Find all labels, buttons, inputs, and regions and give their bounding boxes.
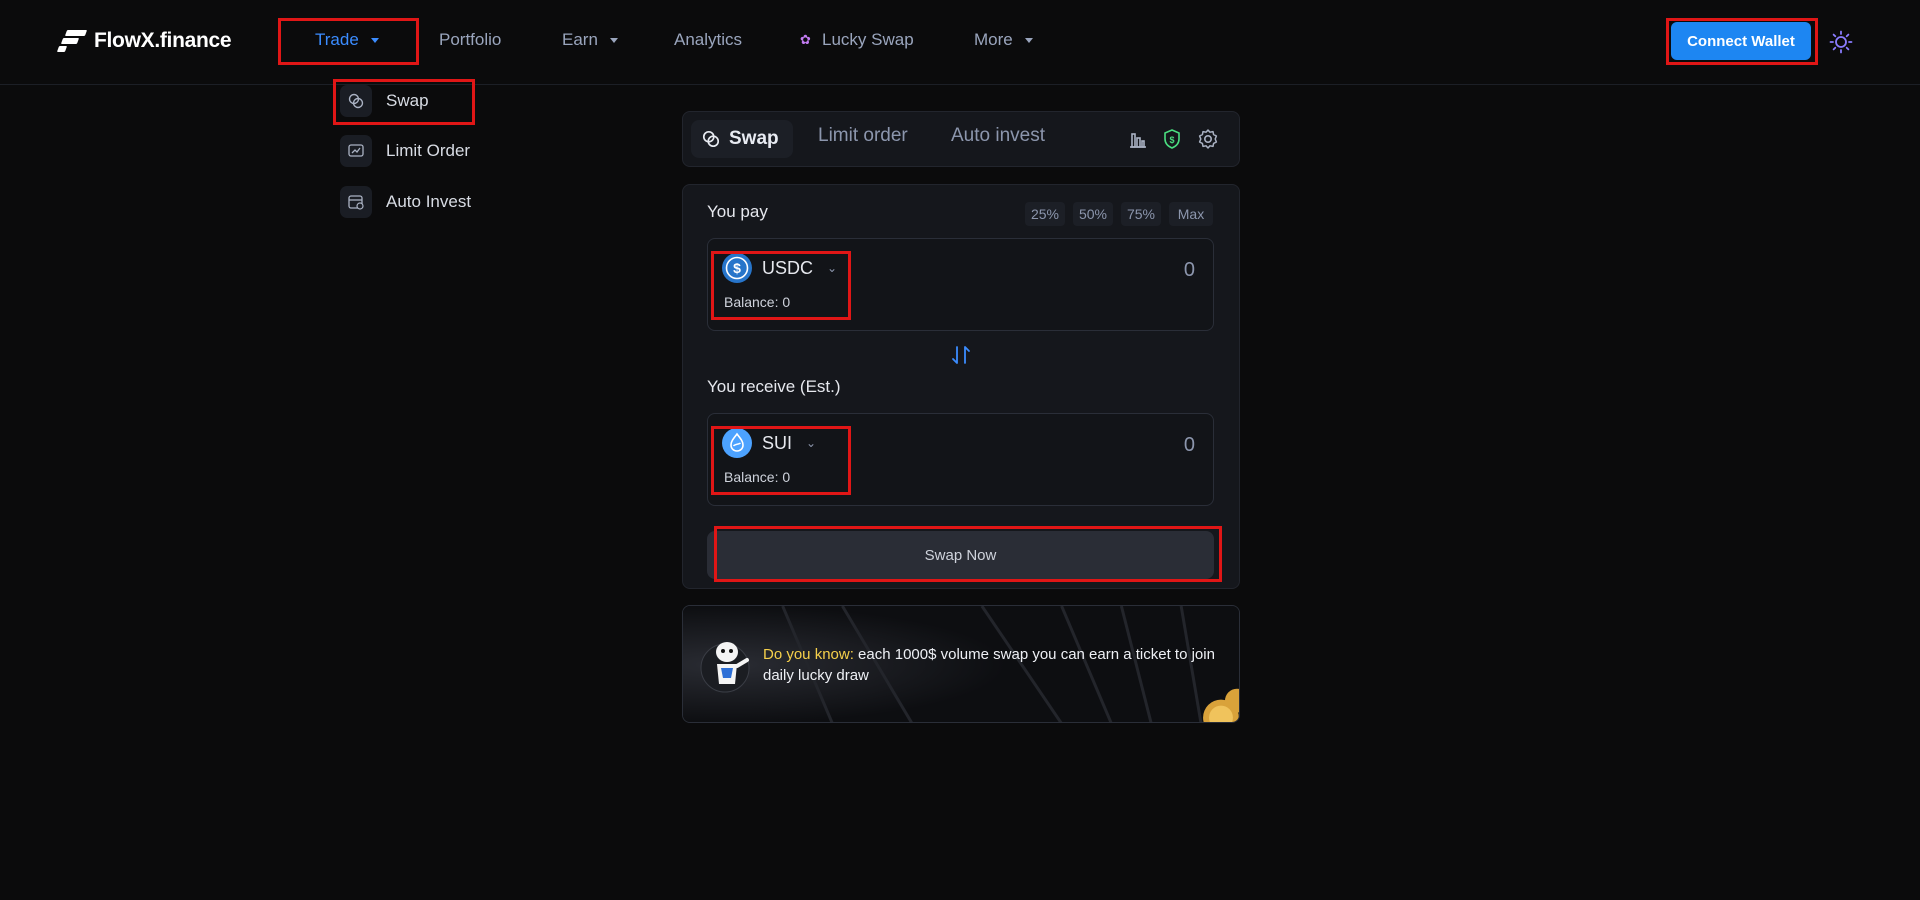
svg-text:$: $ — [733, 260, 741, 276]
nav-trade-label: Trade — [315, 30, 359, 49]
swap-icon — [702, 130, 720, 148]
svg-text:$: $ — [1169, 135, 1174, 145]
logo[interactable]: FlowX.finance — [56, 28, 232, 54]
banner-highlight: Do you know: — [763, 646, 854, 663]
receive-token-box: SUI ⌄ Balance: 0 — [707, 413, 1214, 506]
sun-icon[interactable] — [1829, 30, 1853, 54]
nav-portfolio[interactable]: Portfolio — [439, 30, 501, 50]
lucky-draw-banner[interactable]: Do you know: each 1000$ volume swap you … — [682, 605, 1240, 723]
trade-menu-swap-label: Swap — [386, 91, 429, 110]
swap-icon — [340, 85, 372, 117]
pay-token-box: $ USDC ⌄ Balance: 0 — [707, 238, 1214, 331]
limit-order-icon — [340, 135, 372, 167]
chevron-down-icon: ⌄ — [827, 261, 838, 275]
swap-tabs-bar: Swap Limit order Auto invest $ — [682, 111, 1240, 167]
pay-token-symbol: USDC — [762, 257, 814, 278]
auto-invest-icon — [340, 186, 372, 218]
gear-icon[interactable] — [1197, 128, 1219, 150]
mascot-icon — [700, 642, 750, 693]
receive-token-symbol: SUI — [762, 432, 793, 453]
trade-menu-limit-order[interactable]: Limit Order — [340, 135, 470, 167]
pay-token-selector[interactable]: $ USDC ⌄ — [722, 253, 837, 283]
tab-swap[interactable]: Swap — [691, 120, 793, 158]
sparkle-icon: ✿ — [800, 32, 811, 47]
nav-more-label: More — [974, 30, 1013, 49]
usdc-icon: $ — [722, 253, 752, 283]
nav-portfolio-label: Portfolio — [439, 30, 502, 49]
chart-icon[interactable] — [1127, 128, 1149, 150]
receive-token-balance: Balance: 0 — [724, 469, 791, 485]
shield-icon[interactable]: $ — [1161, 128, 1183, 150]
tab-auto-invest-label: Auto invest — [951, 125, 1045, 146]
you-pay-label: You pay — [707, 202, 768, 221]
pay-amount-input[interactable] — [995, 259, 1195, 282]
nav-trade[interactable]: Trade — [315, 30, 379, 50]
nav-earn-label: Earn — [562, 30, 598, 49]
receive-amount-input[interactable] — [995, 434, 1195, 457]
max-button[interactable]: Max — [1169, 202, 1213, 226]
nav-lucky-swap-label: Lucky Swap — [822, 30, 914, 49]
trade-menu-swap[interactable]: Swap — [340, 85, 429, 117]
swap-now-button[interactable]: Swap Now — [707, 531, 1214, 579]
sui-icon — [722, 428, 752, 458]
you-receive-label: You receive (Est.) — [707, 377, 841, 396]
banner-text: Do you know: each 1000$ volume swap you … — [763, 644, 1223, 686]
percent-75-button[interactable]: 75% — [1121, 202, 1161, 226]
receive-token-selector[interactable]: SUI ⌄ — [722, 428, 816, 458]
percent-50-button[interactable]: 50% — [1073, 202, 1113, 226]
nav-more[interactable]: More — [974, 30, 1033, 50]
tab-limit-order[interactable]: Limit order — [818, 125, 908, 147]
percent-25-button[interactable]: 25% — [1025, 202, 1065, 226]
tab-limit-order-label: Limit order — [818, 125, 908, 146]
swap-form: You pay 25% 50% 75% Max $ USDC ⌄ Balance… — [682, 184, 1240, 589]
tab-swap-label: Swap — [729, 128, 779, 149]
logo-text: FlowX.finance — [94, 29, 232, 52]
chevron-down-icon: ⌄ — [806, 436, 817, 450]
pay-token-balance: Balance: 0 — [724, 294, 791, 310]
flowx-logo-icon — [56, 28, 88, 54]
nav-analytics-label: Analytics — [674, 30, 743, 49]
switch-direction-icon[interactable] — [949, 343, 973, 367]
caret-down-icon — [609, 37, 618, 43]
trade-menu-auto-invest-label: Auto Invest — [386, 192, 472, 211]
top-header: FlowX.finance Trade Portfolio Earn Analy… — [0, 0, 1920, 85]
trade-menu-auto-invest[interactable]: Auto Invest — [340, 186, 471, 218]
connect-wallet-button[interactable]: Connect Wallet — [1671, 22, 1811, 60]
nav-analytics[interactable]: Analytics — [674, 30, 742, 50]
trade-menu-limit-order-label: Limit Order — [386, 141, 471, 160]
nav-lucky-swap[interactable]: ✿ Lucky Swap — [800, 30, 914, 50]
caret-down-icon — [370, 37, 379, 43]
caret-down-icon — [1024, 37, 1033, 43]
nav-earn[interactable]: Earn — [562, 30, 618, 50]
tab-auto-invest[interactable]: Auto invest — [951, 125, 1045, 147]
